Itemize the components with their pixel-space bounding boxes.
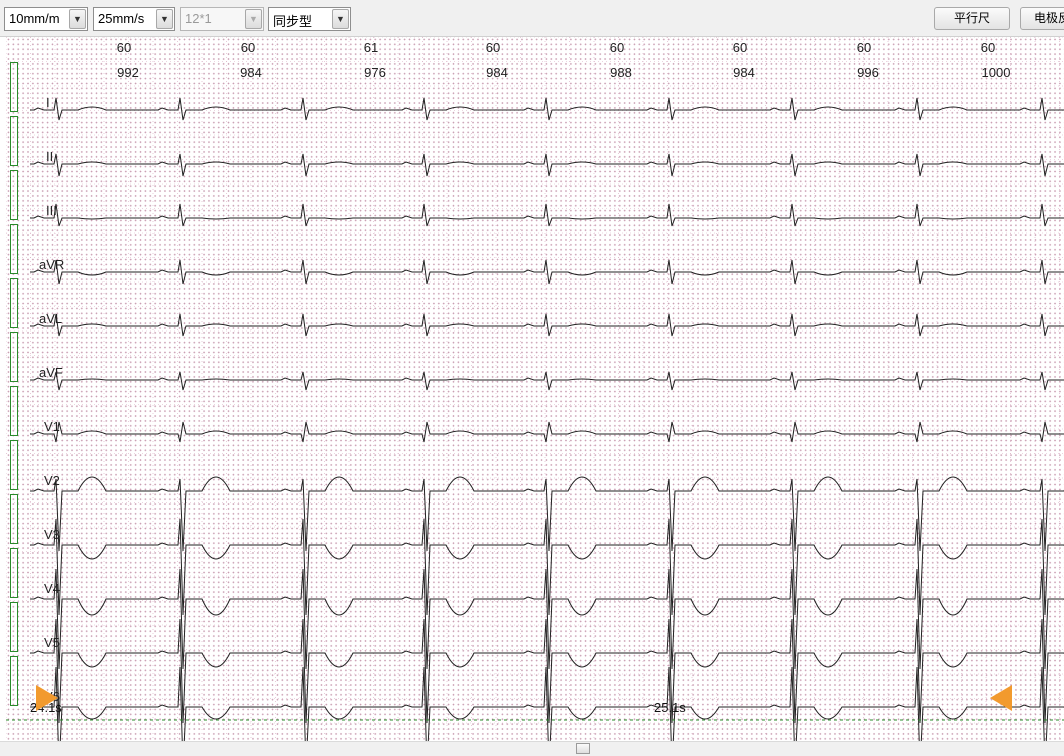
layout-select: 12*1 ▼ xyxy=(180,7,264,31)
chevron-down-icon[interactable]: ▼ xyxy=(156,9,173,29)
rr-interval-label: 996 xyxy=(857,65,879,80)
right-cursor-marker-icon[interactable] xyxy=(990,685,1012,711)
heart-rate-label: 61 xyxy=(363,40,379,55)
ecg-trace-i xyxy=(30,97,1064,121)
calibration-bracket xyxy=(10,602,18,652)
mode-select[interactable]: 同步型 ▼ xyxy=(268,7,351,31)
rr-interval-label: 992 xyxy=(117,65,139,80)
lead-label-avr: aVR xyxy=(39,257,65,272)
calibration-bracket xyxy=(10,170,18,220)
speed-select[interactable]: 25mm/s ▼ xyxy=(93,7,175,31)
lead-label-v3: V3 xyxy=(44,527,60,542)
rr-interval-label: 984 xyxy=(733,65,755,80)
lead-label-v1: V1 xyxy=(44,419,60,434)
layout-value: 12*1 xyxy=(185,11,212,26)
ecg-trace-avl xyxy=(30,313,1064,337)
chevron-down-icon[interactable]: ▼ xyxy=(332,9,349,29)
rr-interval-label: 988 xyxy=(610,65,632,80)
rr-interval-label: 976 xyxy=(364,65,386,80)
calibration-bracket xyxy=(10,224,18,274)
ecg-trace-iii xyxy=(30,203,1064,227)
calibration-bracket xyxy=(10,62,18,112)
ecg-grid xyxy=(6,37,1064,741)
heart-rate-label: 60 xyxy=(485,40,501,55)
calibration-bracket xyxy=(10,548,18,598)
heart-rate-label: 60 xyxy=(732,40,748,55)
lead-label-iii: III xyxy=(46,203,57,218)
heart-rate-label: 60 xyxy=(609,40,625,55)
lead-label-v2: V2 xyxy=(44,473,60,488)
calibration-bracket xyxy=(10,116,18,166)
lead-label-i: I xyxy=(46,95,50,110)
lead-label-avl: aVL xyxy=(39,311,63,326)
time-label-mid: 25.1s xyxy=(654,700,686,715)
rr-interval-label: 984 xyxy=(240,65,262,80)
electrode-reverse-button[interactable]: 电极反 xyxy=(1020,7,1064,30)
gain-select[interactable]: 10mm/m ▼ xyxy=(4,7,88,31)
heart-rate-label: 60 xyxy=(856,40,872,55)
ecg-trace-avf xyxy=(30,371,1064,391)
lead-label-avf: aVF xyxy=(39,365,63,380)
chevron-down-icon: ▼ xyxy=(245,9,262,29)
ecg-paper[interactable]: 60 60 61 60 60 60 60 60 992 984 976 984 … xyxy=(6,37,1064,741)
ecg-trace-v1 xyxy=(30,421,1064,443)
rr-interval-label: 1000 xyxy=(981,65,1011,80)
lead-label-v5: V5 xyxy=(44,635,60,650)
heart-rate-label: 60 xyxy=(240,40,256,55)
calibration-bracket xyxy=(10,494,18,544)
gain-value: 10mm/m xyxy=(9,11,60,26)
chevron-down-icon[interactable]: ▼ xyxy=(69,9,86,29)
lead-label-ii: II xyxy=(46,149,54,164)
mode-value: 同步型 xyxy=(273,14,313,29)
heart-rate-label: 60 xyxy=(980,40,996,55)
toolbar: 10mm/m ▼ 25mm/s ▼ 12*1 ▼ 同步型 ▼ 平行尺 电极反 xyxy=(0,0,1064,37)
calibration-bracket xyxy=(10,278,18,328)
parallel-ruler-button[interactable]: 平行尺 xyxy=(934,7,1010,30)
calibration-bracket xyxy=(10,656,18,706)
ecg-trace-ii xyxy=(30,153,1064,177)
calibration-bracket xyxy=(10,386,18,436)
speed-value: 25mm/s xyxy=(98,11,145,26)
scrollbar-thumb[interactable] xyxy=(576,743,590,754)
rr-interval-label: 984 xyxy=(486,65,508,80)
calibration-bracket xyxy=(10,332,18,382)
ecg-trace-avr xyxy=(30,259,1064,285)
heart-rate-label: 60 xyxy=(116,40,132,55)
left-cursor-marker-icon[interactable] xyxy=(36,685,58,711)
horizontal-scrollbar[interactable] xyxy=(0,741,1064,756)
calibration-bracket xyxy=(10,440,18,490)
lead-label-v4: V4 xyxy=(44,581,60,596)
